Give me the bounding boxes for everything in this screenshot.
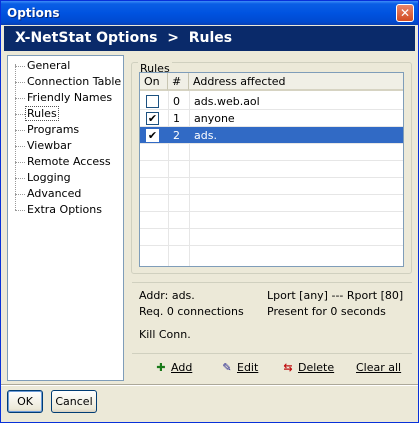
add-icon: ✚ (156, 361, 166, 374)
tree-item-label: Programs (27, 123, 80, 136)
tree-item-label: Viewbar (27, 139, 72, 152)
tree-item-viewbar[interactable]: Viewbar (8, 138, 123, 154)
tree-item-label: Logging (27, 171, 71, 184)
tree-item-label: Connection Table (27, 75, 122, 88)
tree-item-friendly-names[interactable]: Friendly Names (8, 90, 123, 106)
add-button[interactable]: ✚ Add (154, 358, 192, 378)
cancel-button[interactable]: Cancel (51, 390, 97, 413)
column-header-address[interactable]: Address affected (189, 73, 403, 91)
header-section: Rules (188, 30, 233, 46)
header-title: X-NetStat Options > Rules (15, 30, 232, 46)
rule-number: 1 (173, 112, 180, 125)
bottom-divider (1, 384, 418, 386)
rule-enabled-checkbox[interactable]: ✔ (146, 112, 159, 125)
close-icon: ✕ (399, 6, 411, 20)
window-title: Options (7, 6, 60, 20)
rule-enabled-checkbox[interactable] (146, 95, 159, 108)
close-button[interactable]: ✕ (396, 4, 414, 22)
tree-item-connection-table[interactable]: Connection Table (8, 74, 123, 90)
tree-item-advanced[interactable]: Advanced (8, 186, 123, 202)
category-tree[interactable]: General Connection Table Friendly Names … (7, 55, 124, 381)
tree-item-label: General (27, 59, 71, 72)
empty-row (140, 212, 403, 229)
rule-enabled-checkbox[interactable]: ✔ (146, 129, 159, 142)
tree-item-label: Extra Options (27, 203, 102, 216)
column-header-on[interactable]: On (140, 73, 168, 91)
options-window: Options ✕ X-NetStat Options > Rules Gene… (0, 0, 419, 423)
ok-button[interactable]: OK (7, 390, 43, 413)
detail-requests: Req. 0 connections (139, 305, 244, 318)
empty-row (140, 161, 403, 178)
detail-present: Present for 0 seconds (267, 305, 386, 318)
title-bar[interactable]: Options ✕ (1, 1, 418, 25)
add-label: Add (171, 361, 193, 374)
rule-number: 0 (173, 95, 180, 108)
edit-icon: ✎ (222, 361, 232, 374)
rule-actions: ✚ Add ✎ Edit ⇆ Delete Clear all (132, 353, 412, 381)
empty-row (140, 229, 403, 246)
tree-item-label: Friendly Names (27, 91, 113, 104)
rule-address: anyone (194, 112, 235, 125)
header-app-name: X-NetStat Options (15, 30, 158, 46)
tree-item-remote-access[interactable]: Remote Access (8, 154, 123, 170)
tree-item-rules[interactable]: Rules (8, 106, 123, 122)
delete-label: Delete (298, 361, 335, 374)
empty-row (140, 144, 403, 161)
header-band: X-NetStat Options > Rules (4, 26, 415, 51)
tree-item-label: Remote Access (27, 155, 111, 168)
rule-details: Addr: ads. Lport [any] --- Rport [80] Re… (132, 282, 412, 350)
rule-row[interactable]: 0 ads.web.aol (140, 93, 403, 110)
empty-row (140, 195, 403, 212)
delete-button[interactable]: ⇆ Delete (281, 358, 334, 378)
rule-address: ads.web.aol (194, 95, 260, 108)
rule-number: 2 (173, 129, 180, 142)
clear-all-button[interactable]: Clear all (356, 358, 401, 378)
tree-item-logging[interactable]: Logging (8, 170, 123, 186)
kill-connection-link[interactable]: Kill Conn. (139, 328, 191, 341)
column-header-number[interactable]: # (168, 73, 189, 91)
detail-address: Addr: ads. (139, 289, 195, 302)
tree-item-label: Rules (25, 106, 59, 121)
empty-row (140, 178, 403, 195)
rule-row[interactable]: ✔ 1 anyone (140, 110, 403, 127)
rule-address: ads. (194, 129, 217, 142)
clear-all-label: Clear all (356, 361, 402, 374)
empty-row (140, 246, 403, 263)
detail-ports: Lport [any] --- Rport [80] (267, 289, 404, 302)
delete-icon: ⇆ (283, 361, 293, 374)
rule-row-selected[interactable]: ✔ 2 ads. (140, 127, 403, 144)
edit-button[interactable]: ✎ Edit (220, 358, 258, 378)
tree-item-general[interactable]: General (8, 58, 123, 74)
tree-item-programs[interactable]: Programs (8, 122, 123, 138)
header-separator: > (167, 30, 179, 46)
tree-item-extra-options[interactable]: Extra Options (8, 202, 123, 218)
rules-list[interactable]: On # Address affected 0 ads.web.aol ✔ 1 … (139, 72, 404, 267)
edit-label: Edit (237, 361, 259, 374)
tree-item-label: Advanced (27, 187, 82, 200)
